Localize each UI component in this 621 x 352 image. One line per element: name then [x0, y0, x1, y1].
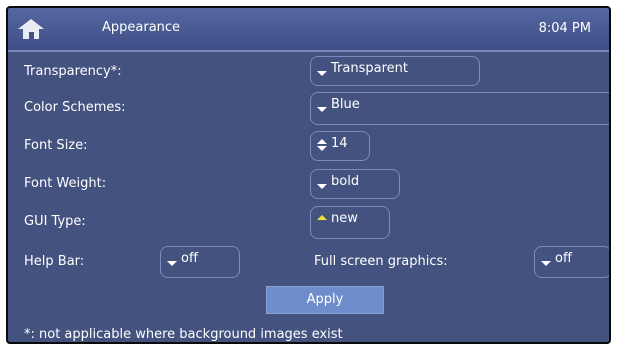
clock: 8:04 PM — [538, 21, 591, 36]
chevron-down-icon — [317, 71, 327, 76]
transparency-label: Transparency*: — [24, 64, 122, 79]
full-screen-graphics-value: off — [555, 251, 572, 266]
chevron-down-icon — [317, 107, 327, 112]
house-icon — [18, 19, 44, 39]
gui-type-value: new — [331, 211, 358, 226]
font-size-label: Font Size: — [24, 138, 88, 153]
color-schemes-label: Color Schemes: — [24, 100, 126, 115]
chevron-down-icon — [541, 261, 551, 266]
chevron-down-icon — [317, 184, 327, 189]
page-title: Appearance — [102, 20, 181, 35]
help-bar-dropdown[interactable]: off — [160, 246, 240, 278]
color-schemes-value: Blue — [331, 97, 360, 112]
footnote: *: not applicable where background image… — [24, 327, 343, 342]
help-bar-value: off — [181, 251, 198, 266]
up-down-arrows-icon — [317, 139, 327, 151]
full-screen-graphics-dropdown[interactable]: off — [534, 246, 609, 278]
transparency-dropdown[interactable]: Transparent — [310, 56, 480, 86]
color-schemes-dropdown[interactable]: Blue — [310, 92, 609, 125]
font-size-stepper[interactable]: 14 — [310, 131, 370, 161]
gui-type-dropdown[interactable]: new — [310, 206, 390, 239]
chevron-up-icon — [317, 215, 327, 220]
apply-button[interactable]: Apply — [266, 286, 384, 314]
title-bar: Appearance 8:04 PM — [8, 8, 609, 52]
appearance-window: Appearance 8:04 PM Transparency*: Transp… — [6, 6, 611, 344]
help-bar-label: Help Bar: — [24, 254, 85, 269]
font-weight-value: bold — [331, 174, 360, 189]
gui-type-label: GUI Type: — [24, 214, 86, 229]
home-button[interactable] — [16, 17, 46, 41]
chevron-down-icon — [167, 261, 177, 266]
font-weight-label: Font Weight: — [24, 176, 107, 191]
font-weight-dropdown[interactable]: bold — [310, 169, 400, 199]
full-screen-graphics-label: Full screen graphics: — [314, 254, 448, 269]
transparency-value: Transparent — [331, 61, 408, 76]
font-size-value: 14 — [331, 136, 348, 151]
